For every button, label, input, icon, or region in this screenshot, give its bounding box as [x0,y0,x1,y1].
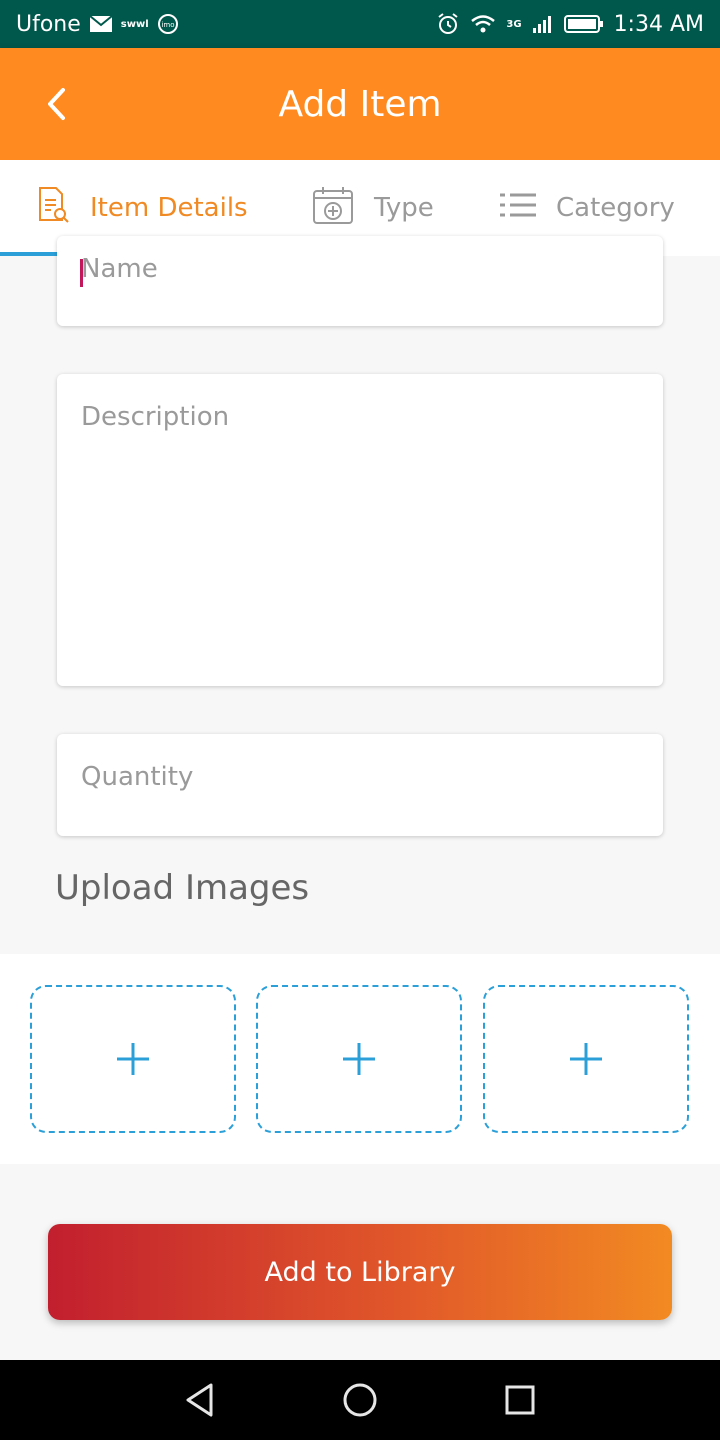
description-field[interactable]: Description [57,374,663,686]
nav-back-button[interactable] [176,1376,224,1424]
plus-icon [570,1043,602,1075]
page-title: Add Item [278,83,442,125]
image-upload-slot[interactable] [256,985,462,1133]
network-type: 3G [506,18,522,30]
calendar-add-icon [312,185,354,232]
circle-home-icon [343,1383,377,1417]
upload-images-heading: Upload Images [55,868,310,908]
clock: 1:34 AM [613,11,704,37]
name-field[interactable]: Name [57,236,663,326]
plus-icon [117,1043,149,1075]
mail-icon [89,15,113,33]
chevron-left-icon [48,88,65,120]
carrier-name: Ufone [16,11,81,37]
app-bar: Add Item [0,48,720,160]
image-upload-slot[interactable] [483,985,689,1133]
signal-icon [532,14,554,34]
alarm-icon [436,12,460,36]
system-nav-bar [0,1360,720,1440]
swwl-label: swwl [120,18,149,30]
imo-icon: imo [157,13,179,35]
description-placeholder: Description [81,402,230,432]
image-upload-strip [0,954,720,1164]
tab-type-label: Type [374,193,434,223]
list-icon [500,192,536,225]
document-search-icon [36,186,70,231]
add-to-library-button[interactable]: Add to Library [48,1224,672,1320]
back-button[interactable] [36,82,76,126]
nav-home-button[interactable] [336,1376,384,1424]
image-upload-slot[interactable] [30,985,236,1133]
triangle-back-icon [186,1383,213,1417]
nav-recents-button[interactable] [496,1376,544,1424]
status-bar: Ufone swwl imo 3G 1:34 AM [0,0,720,48]
tab-item-details-label: Item Details [90,193,248,223]
quantity-field[interactable]: Quantity [57,734,663,836]
square-recents-icon [505,1385,535,1415]
battery-icon [563,14,604,34]
svg-text:imo: imo [161,21,174,29]
name-placeholder: Name [81,254,158,284]
wifi-icon [470,13,496,35]
plus-icon [343,1043,375,1075]
tab-category-label: Category [556,193,675,223]
quantity-placeholder: Quantity [81,762,194,792]
